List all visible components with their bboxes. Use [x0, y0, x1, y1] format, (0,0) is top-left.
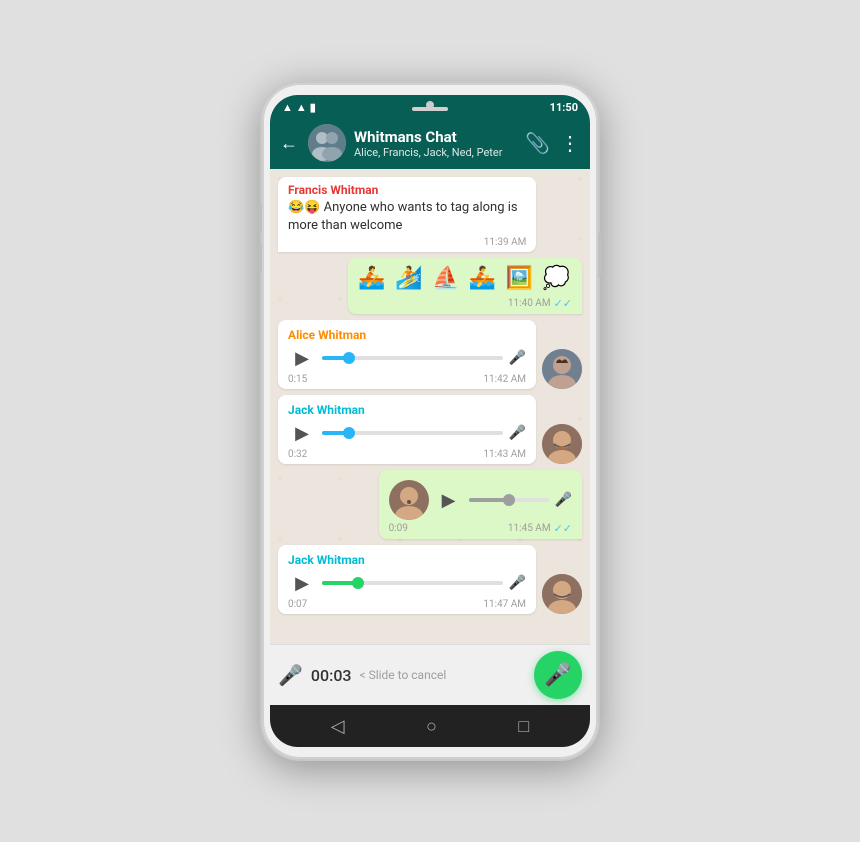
alice-avatar [542, 349, 582, 389]
sent-voice-bubble: ▶ 🎤 0:09 11:45 AM ✓✓ [379, 470, 582, 539]
attach-icon[interactable]: 📎 [525, 131, 550, 155]
group-avatar-inner [308, 124, 346, 162]
header-info: Whitmans Chat Alice, Francis, Jack, Ned,… [354, 128, 517, 159]
voice-duration: 0:32 [288, 449, 307, 460]
waveform [322, 356, 503, 360]
jack-avatar [542, 424, 582, 464]
slide-cancel-text: < Slide to cancel [360, 668, 447, 682]
waveform [322, 581, 503, 585]
chat-area: Francis Whitman 😂😝 Anyone who wants to t… [270, 169, 590, 644]
time-label: 11:43 AM [483, 449, 526, 460]
sender-name-jack2: Jack Whitman [288, 553, 526, 567]
waveform [322, 431, 503, 435]
message-time: 0:32 11:43 AM [288, 449, 526, 460]
recent-nav-icon[interactable]: □ [518, 716, 529, 737]
status-icons: ▲ ▲ ▮ [282, 101, 316, 114]
play-button[interactable]: ▶ [435, 486, 463, 514]
power-button [598, 233, 601, 278]
chat-header: ← Whitmans Chat Alice, Francis, Jack, Ne… [270, 117, 590, 169]
nav-bar: ◁ ○ □ [270, 705, 590, 747]
voice-duration: 0:15 [288, 374, 307, 385]
message-jack-voice-2: Jack Whitman ▶ 🎤 0:07 11: [278, 545, 582, 614]
voice-controls: ▶ 🎤 [389, 480, 572, 520]
chat-members: Alice, Francis, Jack, Ned, Peter [354, 146, 517, 159]
play-button[interactable]: ▶ [288, 419, 316, 447]
message-sent-voice: ▶ 🎤 0:09 11:45 AM ✓✓ [379, 470, 582, 539]
message-time: 0:15 11:42 AM [288, 374, 526, 385]
input-area: 🎤 00:03 < Slide to cancel 🎤 [270, 644, 590, 705]
sender-name: Francis Whitman [288, 183, 526, 197]
sender-name-alice: Alice Whitman [288, 328, 526, 342]
signal-icon: ▲ [296, 101, 307, 114]
group-avatar[interactable] [308, 124, 346, 162]
mic-icon: 🎤 [509, 350, 526, 366]
message-time: 0:07 11:47 AM [288, 599, 526, 610]
waveform [469, 498, 549, 502]
more-icon[interactable]: ⋮ [560, 131, 580, 155]
chat-title: Whitmans Chat [354, 128, 517, 146]
message-text: 😂😝 Anyone who wants to tag along is more… [288, 199, 526, 235]
home-nav-icon[interactable]: ○ [426, 716, 437, 737]
message-alice-voice: Alice Whitman ▶ 🎤 0:15 11 [278, 320, 582, 389]
emoji-content: 🚣 🏄 ⛵ 🚣 🖼️ 💭 [358, 264, 572, 295]
sent-avatar [389, 480, 429, 520]
voice-controls: ▶ 🎤 [288, 569, 526, 597]
phone-frame: ▲ ▲ ▮ 11:50 ← W [260, 81, 600, 761]
mic-button[interactable]: 🎤 [534, 651, 582, 699]
phone-screen: ▲ ▲ ▮ 11:50 ← W [270, 95, 590, 747]
recording-mic-icon: 🎤 [278, 663, 303, 687]
message-jack-voice-1: Jack Whitman ▶ 🎤 0:32 11: [278, 395, 582, 464]
status-time: 11:50 [550, 101, 578, 114]
recording-indicator: 🎤 00:03 < Slide to cancel [278, 663, 526, 687]
time-label: 11:45 AM [508, 523, 551, 534]
voice-duration: 0:07 [288, 599, 307, 610]
sender-name-jack: Jack Whitman [288, 403, 526, 417]
back-nav-icon[interactable]: ◁ [331, 716, 345, 737]
wifi-icon: ▲ [282, 101, 293, 114]
jack-avatar-2 [542, 574, 582, 614]
voice-controls: ▶ 🎤 [288, 344, 526, 372]
battery-icon: ▮ [310, 101, 316, 114]
vol-up-button [259, 203, 262, 233]
mic-icon: 🎤 [509, 425, 526, 441]
voice-bubble-jack: Jack Whitman ▶ 🎤 0:32 11: [278, 395, 536, 464]
read-checkmarks: ✓✓ [554, 522, 572, 535]
voice-bubble-jack2: Jack Whitman ▶ 🎤 0:07 11: [278, 545, 536, 614]
message-time: 11:39 AM [288, 237, 526, 248]
message-emoji-sent: 🚣 🏄 ⛵ 🚣 🖼️ 💭 11:40 AM ✓✓ [348, 258, 582, 314]
recording-timer: 00:03 [311, 666, 352, 685]
vol-down-button [259, 243, 262, 273]
time-label: 11:42 AM [483, 374, 526, 385]
mic-icon: 🎤 [509, 575, 526, 591]
message-time: 11:40 AM ✓✓ [358, 297, 572, 310]
voice-controls: ▶ 🎤 [288, 419, 526, 447]
message-time: 0:09 11:45 AM ✓✓ [389, 522, 572, 535]
voice-bubble-alice: Alice Whitman ▶ 🎤 0:15 11 [278, 320, 536, 389]
speaker [412, 107, 448, 111]
play-button[interactable]: ▶ [288, 569, 316, 597]
play-button[interactable]: ▶ [288, 344, 316, 372]
mic-icon: 🎤 [555, 492, 572, 508]
message-francis-text: Francis Whitman 😂😝 Anyone who wants to t… [278, 177, 536, 252]
header-actions: 📎 ⋮ [525, 131, 580, 155]
time-label: 11:47 AM [483, 599, 526, 610]
voice-duration: 0:09 [389, 523, 408, 534]
read-checkmarks: ✓✓ [554, 297, 572, 310]
back-button[interactable]: ← [280, 133, 298, 154]
